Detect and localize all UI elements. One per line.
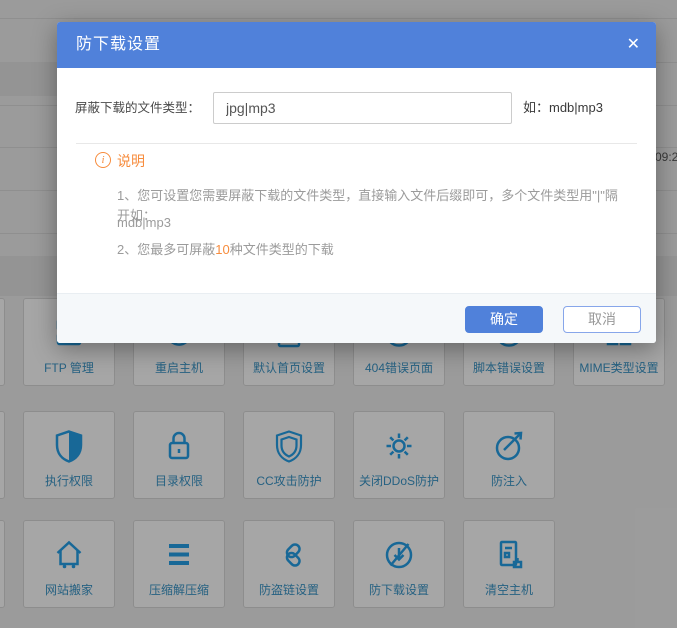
confirm-button[interactable]: 确定: [465, 306, 543, 333]
note-line-1: 1、您可设置您需要屏蔽下载的文件类型，直接输入文件后缀即可，多个文件类型用"|"…: [117, 186, 627, 226]
file-type-label: 屏蔽下载的文件类型：: [75, 92, 200, 124]
info-icon: i: [95, 152, 111, 168]
close-icon[interactable]: ✕: [627, 22, 640, 68]
note-line-3: 2、您最多可屏蔽10种文件类型的下载: [117, 240, 334, 260]
file-type-hint: 如：mdb|mp3: [523, 92, 603, 124]
cancel-button[interactable]: 取消: [563, 306, 641, 333]
note-heading: 说明: [117, 151, 145, 171]
content-divider: [76, 143, 637, 144]
dialog-title: 防下载设置: [76, 22, 161, 68]
note-line-3-suffix: 种文件类型的下载: [230, 242, 334, 257]
anti-download-settings-dialog: 防下载设置 ✕ 屏蔽下载的文件类型： 如：mdb|mp3 i 说明 1、您可设置…: [57, 22, 656, 343]
note-limit-count: 10: [215, 242, 229, 257]
screen: 09:2 FTP 管理 重启主机: [0, 0, 677, 628]
dialog-header: 防下载设置 ✕: [57, 22, 656, 68]
dialog-footer: 确定 取消: [57, 293, 656, 343]
note-line-2: mdb|mp3: [117, 213, 171, 233]
file-type-input[interactable]: [213, 92, 512, 124]
note-line-3-prefix: 2、您最多可屏蔽: [117, 242, 215, 257]
